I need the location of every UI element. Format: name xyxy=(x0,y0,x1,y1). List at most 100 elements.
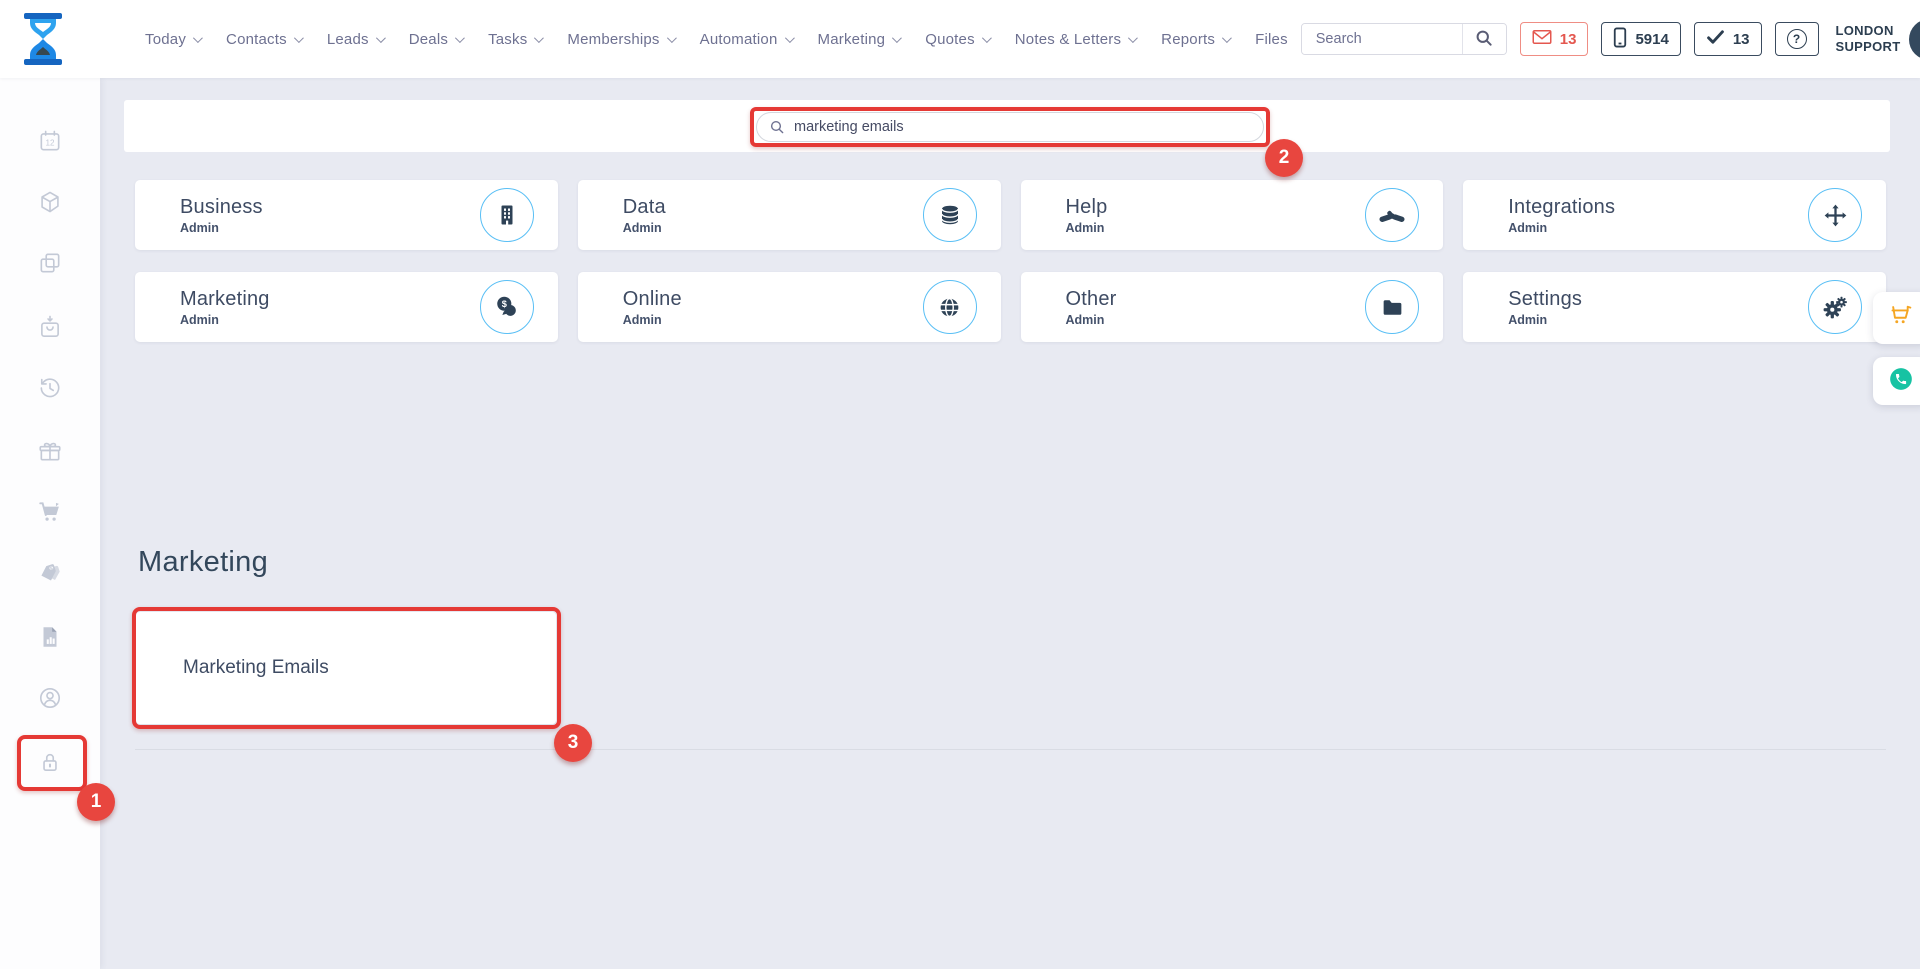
admin-card-integrations[interactable]: Integrations Admin xyxy=(1463,180,1886,250)
nav-leads[interactable]: Leads xyxy=(314,21,396,58)
card-title: Business xyxy=(180,196,263,219)
building-icon xyxy=(480,188,534,242)
chevron-down-icon xyxy=(892,33,902,43)
main-nav: Today Contacts Leads Deals Tasks Members… xyxy=(132,21,1301,58)
user-name: LONDON SUPPORT xyxy=(1836,23,1901,55)
chevron-down-icon xyxy=(982,33,992,43)
chevron-down-icon xyxy=(1128,33,1138,43)
phone-icon xyxy=(1888,366,1914,397)
left-sidebar: 12 xyxy=(0,78,100,969)
search-icon xyxy=(1474,28,1494,51)
svg-text:12: 12 xyxy=(45,138,55,147)
chevron-down-icon xyxy=(193,33,203,43)
card-title: Help xyxy=(1066,196,1108,219)
cart-float-button[interactable] xyxy=(1873,292,1920,344)
task-count-badge[interactable]: 13 xyxy=(1694,22,1762,56)
annotation-box-3 xyxy=(132,607,561,729)
admin-card-settings[interactable]: Settings Admin xyxy=(1463,272,1886,342)
nav-files[interactable]: Files xyxy=(1242,21,1301,58)
main-content: BusinessAdmin DataAdmin H xyxy=(100,78,1920,969)
card-title: Online xyxy=(623,288,682,311)
sidebar-account-icon[interactable] xyxy=(37,685,63,711)
admin-card-business[interactable]: Business Admin xyxy=(135,180,558,250)
chevron-down-icon xyxy=(455,33,465,43)
annotation-box-2 xyxy=(750,107,1270,147)
annotation-number-2: 2 xyxy=(1265,139,1303,177)
chevron-down-icon xyxy=(534,33,544,43)
annotation-box-1 xyxy=(17,735,87,791)
card-title: Other xyxy=(1066,288,1117,311)
top-header: Today Contacts Leads Deals Tasks Members… xyxy=(0,0,1920,78)
global-search-button[interactable] xyxy=(1462,24,1506,54)
card-subtitle: Admin xyxy=(180,313,270,327)
nav-today[interactable]: Today xyxy=(132,21,213,58)
card-subtitle: Admin xyxy=(1508,221,1615,235)
admin-card-help[interactable]: Help Admin xyxy=(1021,180,1444,250)
nav-deals[interactable]: Deals xyxy=(396,21,475,58)
global-search xyxy=(1301,23,1507,55)
task-count: 13 xyxy=(1733,31,1750,48)
global-search-input[interactable] xyxy=(1302,24,1462,54)
card-subtitle: Admin xyxy=(623,221,666,235)
chevron-down-icon xyxy=(667,33,677,43)
help-button[interactable]: ? xyxy=(1775,22,1819,56)
nav-marketing[interactable]: Marketing xyxy=(805,21,913,58)
gears-icon xyxy=(1808,280,1862,334)
email-count: 13 xyxy=(1560,31,1577,48)
card-title: Integrations xyxy=(1508,196,1615,219)
avatar xyxy=(1909,19,1920,60)
card-subtitle: Admin xyxy=(623,313,682,327)
chevron-down-icon xyxy=(376,33,386,43)
checkmark-icon xyxy=(1706,29,1725,49)
card-title: Data xyxy=(623,196,666,219)
sidebar-calendar-icon[interactable]: 12 xyxy=(37,128,63,154)
admin-card-online[interactable]: Online Admin xyxy=(578,272,1001,342)
admin-card-other[interactable]: Other Admin xyxy=(1021,272,1444,342)
nav-reports[interactable]: Reports xyxy=(1148,21,1242,58)
card-subtitle: Admin xyxy=(1066,313,1117,327)
comments-dollar-icon: $ xyxy=(480,280,534,334)
chevron-down-icon xyxy=(784,33,794,43)
mobile-phone-icon xyxy=(1613,27,1627,52)
phone-count: 5914 xyxy=(1635,31,1668,48)
nav-quotes[interactable]: Quotes xyxy=(912,21,1002,58)
email-count-badge[interactable]: 13 xyxy=(1520,22,1589,56)
sidebar-copy-icon[interactable] xyxy=(37,250,63,276)
sidebar-price-tags-icon[interactable]: $ xyxy=(37,561,63,587)
handshake-icon xyxy=(1365,188,1419,242)
chevron-down-icon xyxy=(294,33,304,43)
sidebar-product-box-icon[interactable] xyxy=(37,189,63,215)
cart-icon xyxy=(1888,302,1915,334)
header-right-cluster: 13 5914 13 ? LONDON SUPPORT xyxy=(1301,19,1920,60)
admin-card-data[interactable]: Data Admin xyxy=(578,180,1001,250)
database-icon xyxy=(923,188,977,242)
phone-float-button[interactable] xyxy=(1873,357,1920,405)
user-menu[interactable]: LONDON SUPPORT xyxy=(1836,19,1920,60)
card-subtitle: Admin xyxy=(1508,313,1582,327)
card-subtitle: Admin xyxy=(180,221,263,235)
nav-tasks[interactable]: Tasks xyxy=(475,21,554,58)
nav-contacts[interactable]: Contacts xyxy=(213,21,314,58)
folder-icon xyxy=(1365,280,1419,334)
globe-icon xyxy=(923,280,977,334)
section-divider xyxy=(135,749,1886,750)
app-logo-icon[interactable] xyxy=(22,13,64,65)
envelope-icon xyxy=(1532,29,1552,49)
sidebar-report-document-icon[interactable] xyxy=(37,624,63,650)
sidebar-bag-download-icon[interactable] xyxy=(37,314,63,340)
nav-memberships[interactable]: Memberships xyxy=(554,21,686,58)
annotation-number-3: 3 xyxy=(554,724,592,762)
card-subtitle: Admin xyxy=(1066,221,1108,235)
section-title: Marketing xyxy=(138,546,268,579)
sidebar-cart-icon[interactable] xyxy=(37,499,63,525)
nav-notes-letters[interactable]: Notes & Letters xyxy=(1002,21,1148,58)
help-icon: ? xyxy=(1787,29,1807,49)
sidebar-history-icon[interactable] xyxy=(37,375,63,401)
nav-automation[interactable]: Automation xyxy=(687,21,805,58)
phone-count-badge[interactable]: 5914 xyxy=(1601,22,1680,56)
svg-text:$: $ xyxy=(501,299,506,309)
annotation-number-1: 1 xyxy=(77,783,115,821)
sidebar-gift-icon[interactable] xyxy=(37,438,63,464)
card-title: Settings xyxy=(1508,288,1582,311)
admin-card-marketing[interactable]: MarketingAdmin $ xyxy=(135,272,558,342)
